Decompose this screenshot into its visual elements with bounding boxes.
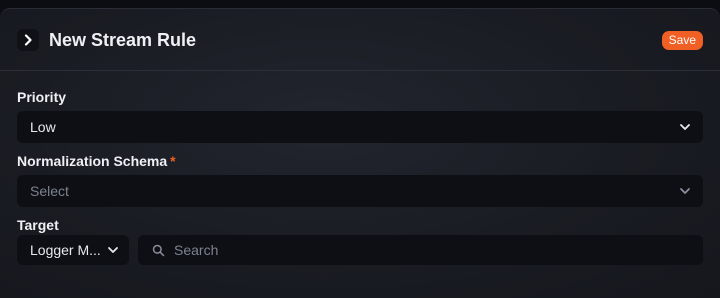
target-search (138, 235, 703, 265)
target-type-select[interactable]: Logger M... (17, 235, 129, 265)
page-title: New Stream Rule (49, 30, 197, 50)
priority-label: Priority (17, 89, 67, 105)
schema-label: Normalization Schema * (17, 153, 176, 169)
required-marker: * (170, 153, 176, 169)
schema-label-text: Normalization Schema (17, 153, 168, 169)
target-label: Target (17, 217, 59, 233)
chevron-down-icon (680, 188, 690, 194)
priority-value: Low (30, 119, 56, 135)
chevron-right-icon (24, 34, 32, 46)
chevron-down-icon (108, 247, 118, 253)
chevron-down-icon (680, 124, 690, 130)
panel-header: New Stream Rule Save (0, 9, 720, 71)
save-button[interactable]: Save (661, 31, 703, 50)
search-input[interactable] (174, 242, 674, 258)
collapse-button[interactable] (17, 29, 39, 51)
search-icon (152, 244, 165, 256)
schema-select[interactable]: Select (17, 175, 703, 207)
schema-placeholder: Select (30, 183, 69, 199)
target-type-value: Logger M... (30, 242, 101, 258)
priority-select[interactable]: Low (17, 111, 703, 143)
